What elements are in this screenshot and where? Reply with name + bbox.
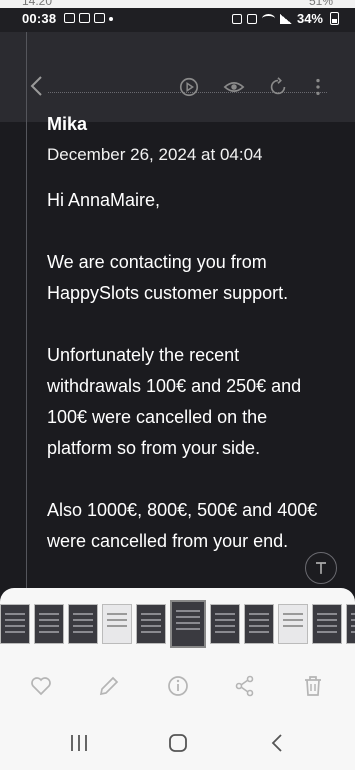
message-body: Hi AnnaMaire, We are contacting you from… bbox=[47, 185, 337, 557]
underlying-status-bar: 14:20 51% bbox=[0, 0, 355, 8]
sender-name: Mika bbox=[47, 114, 88, 134]
message-date: December 26, 2024 at 04:04 bbox=[47, 145, 263, 164]
eye-icon[interactable] bbox=[223, 76, 245, 98]
gallery-viewer: 14:20 51% 00:38 34% Mika December 26, 20… bbox=[0, 0, 355, 770]
play-icon[interactable] bbox=[178, 76, 200, 98]
thumbnail[interactable] bbox=[0, 604, 30, 644]
underlying-battery: 51% bbox=[308, 0, 333, 8]
viewer-toolbar bbox=[0, 70, 355, 104]
thumbnail-strip[interactable] bbox=[0, 600, 355, 648]
mute-icon bbox=[246, 13, 257, 24]
system-navigation-bar bbox=[0, 716, 355, 770]
alarm-icon bbox=[231, 13, 242, 24]
thumbnail[interactable] bbox=[34, 604, 64, 644]
thumbnail-current[interactable] bbox=[170, 600, 206, 648]
heart-icon[interactable] bbox=[29, 674, 53, 698]
status-time: 00:38 bbox=[22, 11, 57, 26]
notification-icons bbox=[64, 13, 113, 23]
status-bar: 00:38 34% bbox=[0, 8, 355, 32]
thumbnail[interactable] bbox=[68, 604, 98, 644]
underlying-time: 14:20 bbox=[22, 0, 53, 8]
linkedin-notification-icon bbox=[94, 13, 105, 23]
message-paragraph: Also 1000€, 800€, 500€ and 400€ were can… bbox=[47, 500, 318, 551]
battery-icon bbox=[330, 12, 339, 25]
message-paragraph: We are contacting you from HappySlots cu… bbox=[47, 252, 289, 303]
signal-icon bbox=[279, 13, 292, 24]
trash-icon[interactable] bbox=[301, 674, 325, 698]
thumbnail[interactable] bbox=[346, 604, 355, 644]
back-icon[interactable] bbox=[26, 74, 50, 98]
image-notification-icon bbox=[64, 13, 75, 23]
info-icon[interactable] bbox=[166, 674, 190, 698]
thumbnail[interactable] bbox=[210, 604, 240, 644]
home-icon[interactable] bbox=[166, 732, 190, 754]
message-paragraph: Hi AnnaMaire, bbox=[47, 190, 161, 210]
thumbnail[interactable] bbox=[244, 604, 274, 644]
thumbnail[interactable] bbox=[102, 604, 132, 644]
refresh-icon[interactable] bbox=[267, 76, 289, 98]
thumbnail[interactable] bbox=[312, 604, 342, 644]
system-status-icons: 34% bbox=[231, 11, 339, 26]
text-recognition-icon bbox=[316, 562, 326, 574]
thumbnail[interactable] bbox=[278, 604, 308, 644]
edit-icon[interactable] bbox=[97, 674, 121, 698]
extract-text-button[interactable] bbox=[305, 552, 337, 584]
message-content: Mika December 26, 2024 at 04:04 Hi AnnaM… bbox=[47, 113, 337, 557]
battery-percent: 34% bbox=[296, 11, 323, 26]
back-nav-icon[interactable] bbox=[266, 732, 290, 754]
wifi-icon bbox=[261, 14, 275, 23]
message-paragraph: Unfortunately the recent withdrawals 100… bbox=[47, 345, 302, 458]
thumbnail[interactable] bbox=[136, 604, 166, 644]
recent-apps-icon[interactable] bbox=[67, 732, 91, 754]
more-icon[interactable] bbox=[312, 76, 324, 98]
share-icon[interactable] bbox=[233, 674, 257, 698]
more-notifications-dot-icon bbox=[109, 17, 113, 21]
photo-actions bbox=[0, 668, 355, 704]
photo-left-border bbox=[26, 32, 27, 592]
app-notification-icon bbox=[79, 13, 90, 23]
